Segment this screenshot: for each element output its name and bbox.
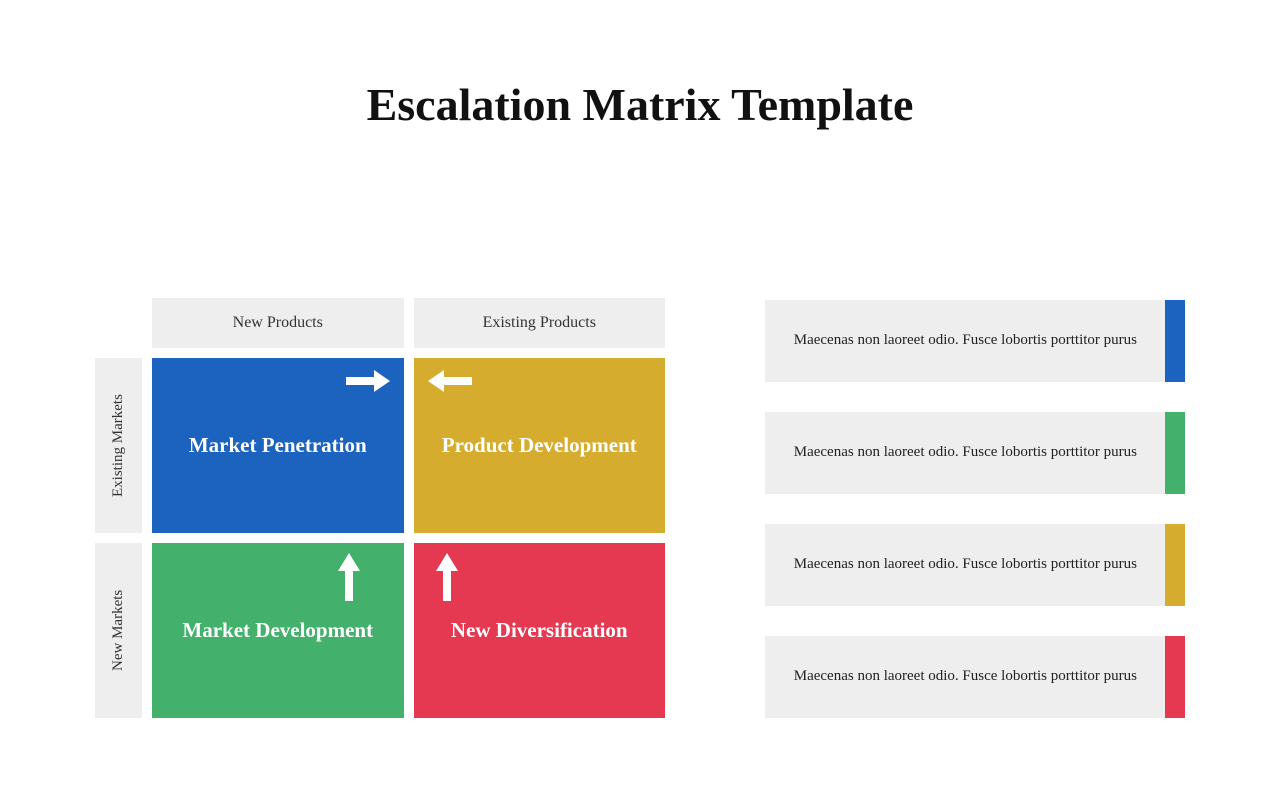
column-headers: New Products Existing Products — [152, 298, 665, 348]
arrow-up-icon — [436, 553, 458, 601]
col-header-new-products: New Products — [152, 298, 404, 348]
arrow-right-icon — [346, 370, 390, 392]
col-header-existing-products: Existing Products — [414, 298, 666, 348]
legend-text: Maecenas non laoreet odio. Fusce loborti… — [765, 412, 1165, 494]
legend-color-swatch — [1165, 300, 1185, 382]
row-header-new-markets: New Markets — [95, 543, 142, 718]
cell-new-diversification: New Diversification — [414, 543, 666, 718]
legend-color-swatch — [1165, 524, 1185, 606]
cell-label: Market Development — [172, 618, 383, 643]
legend-item: Maecenas non laoreet odio. Fusce loborti… — [765, 300, 1185, 382]
arrow-left-icon — [428, 370, 472, 392]
matrix: New Products Existing Products Existing … — [95, 298, 665, 718]
legend-text: Maecenas non laoreet odio. Fusce loborti… — [765, 524, 1165, 606]
row-header-existing-markets: Existing Markets — [95, 358, 142, 533]
legend-color-swatch — [1165, 636, 1185, 718]
legend-text: Maecenas non laoreet odio. Fusce loborti… — [765, 300, 1165, 382]
matrix-body: Existing Markets New Markets Market Pene… — [95, 358, 665, 718]
legend-text: Maecenas non laoreet odio. Fusce loborti… — [765, 636, 1165, 718]
legend-color-swatch — [1165, 412, 1185, 494]
legend-item: Maecenas non laoreet odio. Fusce loborti… — [765, 524, 1185, 606]
row-headers: Existing Markets New Markets — [95, 358, 142, 718]
cell-market-penetration: Market Penetration — [152, 358, 404, 533]
legend-item: Maecenas non laoreet odio. Fusce loborti… — [765, 636, 1185, 718]
cell-market-development: Market Development — [152, 543, 404, 718]
matrix-cells: Market Penetration Product Development M… — [152, 358, 665, 718]
content-wrapper: New Products Existing Products Existing … — [95, 298, 1185, 718]
cell-product-development: Product Development — [414, 358, 666, 533]
legend: Maecenas non laoreet odio. Fusce loborti… — [765, 298, 1185, 718]
cell-label: New Diversification — [441, 618, 638, 643]
legend-item: Maecenas non laoreet odio. Fusce loborti… — [765, 412, 1185, 494]
page-title: Escalation Matrix Template — [0, 78, 1280, 131]
arrow-up-icon — [338, 553, 360, 601]
cell-label: Market Penetration — [179, 433, 377, 458]
cell-label: Product Development — [432, 433, 647, 458]
